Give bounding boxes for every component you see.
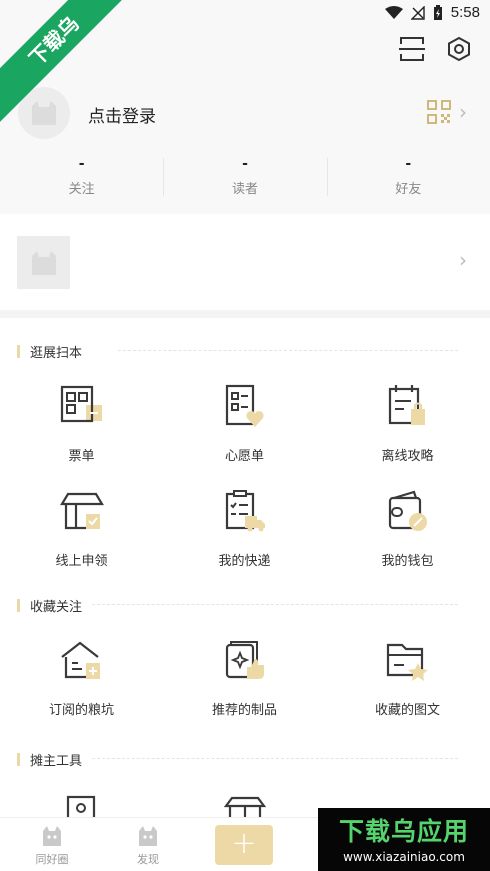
grid-item-delivery[interactable]: 我的快递 xyxy=(163,488,326,569)
settings-button[interactable] xyxy=(444,34,474,64)
stat-value: - xyxy=(405,156,412,172)
recommend-icon xyxy=(225,641,264,679)
chevron-right-icon: › xyxy=(459,100,467,124)
section-title-vendor-tools: 摊主工具 xyxy=(17,750,82,769)
section-mark xyxy=(17,753,20,766)
favorite-folder-icon xyxy=(386,643,428,681)
stat-friends[interactable]: - 好友 xyxy=(326,156,490,202)
stat-follow[interactable]: - 关注 xyxy=(0,156,163,202)
online-claim-icon xyxy=(59,492,104,530)
section-mark xyxy=(17,599,20,612)
cat-placeholder-icon xyxy=(32,101,56,125)
brand-watermark: 下载乌应用 www.xiazainiao.com xyxy=(318,808,490,871)
grid-item-label: 心愿单 xyxy=(224,449,264,464)
section-title-expo: 逛展扫本 xyxy=(17,342,82,361)
grid-item-ticket[interactable]: 票单 xyxy=(0,383,163,464)
grid-item-label: 离线攻略 xyxy=(381,449,434,464)
battery-icon xyxy=(433,4,442,20)
chevron-right-icon: › xyxy=(459,248,467,272)
wallet-icon xyxy=(388,490,427,531)
divider xyxy=(92,604,458,605)
grid-item-recommend[interactable]: 推荐的制品 xyxy=(163,637,326,718)
vendor-tool-icon-partial[interactable] xyxy=(64,794,98,818)
offline-guide-icon xyxy=(388,385,425,425)
grid-item-favorite-posts[interactable]: 收藏的图文 xyxy=(326,637,489,718)
grid-item-subscribe[interactable]: 订阅的粮坑 xyxy=(0,637,163,718)
no-signal-icon xyxy=(410,5,425,20)
discover-icon xyxy=(139,826,157,846)
grid-item-online-claim[interactable]: 线上申领 xyxy=(0,488,163,569)
banner-card[interactable]: › xyxy=(0,214,490,310)
wishlist-icon xyxy=(225,384,263,427)
ticket-icon xyxy=(60,385,102,423)
stat-label: 好友 xyxy=(395,182,422,197)
grid-item-label: 订阅的粮坑 xyxy=(48,703,114,718)
grid-item-label: 线上申领 xyxy=(55,554,108,569)
grid-item-label: 推荐的制品 xyxy=(211,703,277,718)
brand-watermark-url: www.xiazainiao.com xyxy=(343,850,465,864)
stat-value: - xyxy=(78,156,85,172)
subscribe-icon xyxy=(60,641,100,679)
stats-row: - 关注 - 读者 - 好友 xyxy=(0,156,490,202)
grid-item-wallet[interactable]: 我的钱包 xyxy=(326,488,489,569)
stat-readers[interactable]: - 读者 xyxy=(163,156,326,202)
grid-item-offline-guide[interactable]: 离线攻略 xyxy=(326,383,489,464)
brand-watermark-title: 下载乌应用 xyxy=(338,817,469,846)
grid-item-label: 收藏的图文 xyxy=(374,703,440,718)
section-mark xyxy=(17,345,20,358)
stat-label: 读者 xyxy=(231,182,258,197)
circle-icon xyxy=(43,826,61,846)
nav-item-discover[interactable]: 发现 xyxy=(126,824,170,867)
scan-button[interactable] xyxy=(397,34,427,64)
grid-item-label: 我的钱包 xyxy=(381,554,434,569)
section-title-favorites: 收藏关注 xyxy=(17,596,82,615)
delivery-icon xyxy=(225,490,265,532)
badge-icon xyxy=(66,795,96,818)
status-time: 5:58 xyxy=(450,4,480,21)
cat-placeholder-icon xyxy=(31,250,56,275)
vendor-tool-icon-partial[interactable] xyxy=(224,796,266,818)
qrcode-icon xyxy=(427,100,451,124)
section-title-text: 收藏关注 xyxy=(30,600,83,615)
stat-value: - xyxy=(242,156,248,172)
section-title-text: 摊主工具 xyxy=(30,754,83,769)
nav-label: 同好圈 xyxy=(35,853,69,866)
publish-button[interactable]: + xyxy=(215,825,273,865)
stat-label: 关注 xyxy=(68,182,95,197)
grid-item-label: 票单 xyxy=(68,449,95,464)
wifi-icon xyxy=(384,5,403,19)
divider xyxy=(0,310,490,318)
nav-item-circle[interactable]: 同好圈 xyxy=(30,824,74,867)
nav-label: 发现 xyxy=(137,853,159,866)
banner-image xyxy=(17,236,70,289)
scan-icon xyxy=(399,37,425,61)
qrcode-button[interactable] xyxy=(427,100,451,128)
section-title-text: 逛展扫本 xyxy=(30,346,83,361)
grid-item-label: 我的快递 xyxy=(218,554,271,569)
divider xyxy=(118,350,458,351)
settings-icon xyxy=(448,36,470,62)
login-link[interactable]: 点击登录 xyxy=(88,102,156,127)
divider xyxy=(92,758,458,759)
grid-item-wishlist[interactable]: 心愿单 xyxy=(163,383,326,464)
booth-icon xyxy=(224,796,266,818)
